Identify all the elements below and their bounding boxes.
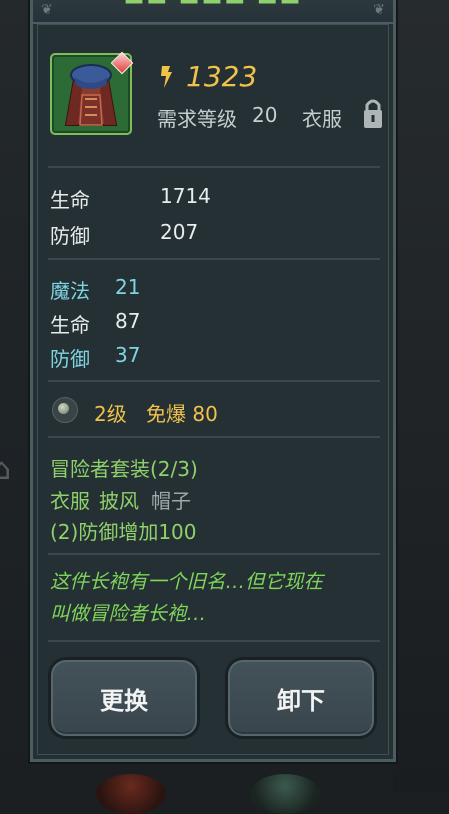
bonus-stat-label: 生命 [50, 313, 90, 337]
lock-icon[interactable] [362, 96, 384, 130]
background-glyph: ⌂ [0, 452, 12, 487]
background-left [0, 0, 34, 792]
socket-gem-icon [52, 397, 78, 423]
equipment-slot: 衣服 [302, 107, 342, 131]
bottom-slot-orb [250, 774, 320, 814]
bonus-stat-value: 37 [115, 343, 141, 367]
set-piece-owned: 披风 [99, 489, 139, 513]
replace-button[interactable]: 更换 [48, 657, 200, 739]
item-price: 1323 [186, 60, 258, 93]
bottom-slot-orb [96, 774, 166, 814]
flavor-text-line: 这件长袍有一个旧名…但它现在 [50, 570, 324, 593]
gem-level: 2级 [94, 402, 127, 426]
coin-icon [161, 66, 172, 88]
divider [48, 436, 380, 438]
title-bar: ❦ ▬▬ ▬▬▬ ▬▬ ❦ [33, 0, 393, 24]
divider [48, 166, 380, 168]
bonus-stat-label: 魔法 [50, 279, 90, 303]
divider [48, 553, 380, 555]
set-name: 冒险者套装(2/3) [50, 457, 198, 481]
divider [48, 258, 380, 260]
base-stat-label: 防御 [50, 224, 90, 248]
base-stat-value: 207 [160, 220, 199, 244]
bonus-stat-value: 21 [115, 275, 141, 299]
base-stat-value: 1714 [160, 184, 211, 208]
background-right [393, 0, 449, 792]
required-level-value: 20 [252, 103, 278, 127]
flavor-text-line: 叫做冒险者长袍… [50, 602, 207, 625]
divider [48, 380, 380, 382]
unequip-button[interactable]: 卸下 [225, 657, 377, 739]
bonus-stat-value: 87 [115, 309, 141, 333]
bonus-stat-label: 防御 [50, 347, 90, 371]
gem-effect: 免爆 80 [146, 402, 218, 426]
set-bonus: (2)防御增加100 [50, 520, 197, 544]
required-level-label: 需求等级 [157, 107, 237, 131]
set-piece-missing: 帽子 [151, 489, 191, 513]
title-ornament-right-icon: ❦ [373, 2, 385, 18]
divider [48, 640, 380, 642]
set-piece-owned: 衣服 [50, 489, 90, 513]
item-title-cropped: ▬▬ ▬▬▬ ▬▬ [33, 0, 393, 11]
base-stat-label: 生命 [50, 188, 90, 212]
